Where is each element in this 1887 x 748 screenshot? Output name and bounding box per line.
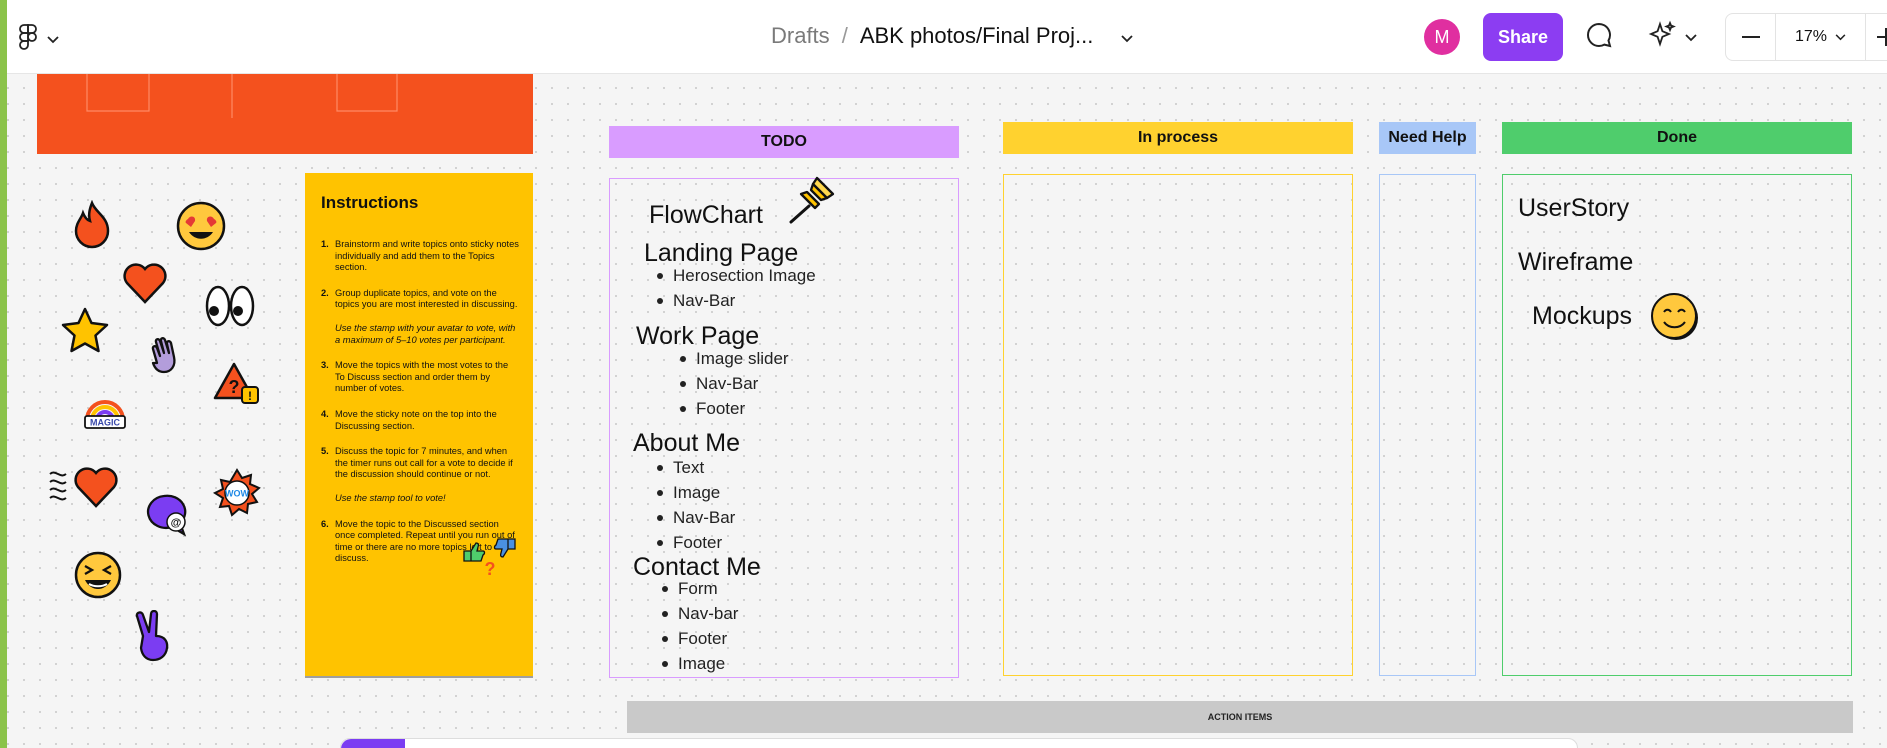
instruction-number: 1. (321, 239, 329, 249)
peace-hand-sticker-icon[interactable] (133, 609, 173, 667)
svg-text:?: ? (229, 377, 240, 397)
done-item[interactable]: Mockups (1532, 302, 1632, 331)
zoom-level-dropdown[interactable]: 17% (1776, 13, 1866, 61)
chevron-down-icon (1835, 28, 1846, 46)
instruction-step: 5. Discuss the topic for 7 minutes, and … (321, 446, 519, 504)
instruction-number: 6. (321, 518, 329, 529)
comment-icon[interactable] (1584, 20, 1614, 55)
vote-stamps-icon: ? (460, 535, 522, 584)
chevron-down-icon (1685, 29, 1697, 47)
in-process-column[interactable] (1003, 174, 1353, 676)
need-help-column[interactable] (1379, 174, 1476, 676)
done-item[interactable]: UserStory (1518, 194, 1629, 223)
share-button[interactable]: Share (1483, 13, 1563, 61)
ai-tools-button[interactable] (1647, 20, 1697, 55)
done-item[interactable]: Wireframe (1518, 248, 1633, 277)
svg-text:@: @ (171, 517, 182, 529)
instruction-note: Use the stamp with your avatar to vote, … (335, 322, 516, 345)
heart-eyes-emoji-icon[interactable] (174, 199, 228, 258)
todo-sub-item[interactable]: Image (662, 654, 725, 674)
in-process-column-header[interactable]: In process (1003, 122, 1353, 154)
todo-sub-item[interactable]: Nav-Bar (657, 291, 735, 311)
need-help-column-header[interactable]: Need Help (1379, 122, 1476, 154)
wow-sticker-label: WOW (225, 489, 249, 499)
fire-sticker-icon[interactable] (70, 199, 114, 255)
canvas-left-edge (0, 0, 7, 748)
todo-sub-item[interactable]: Text (657, 458, 704, 478)
zoom-controls: 17% (1725, 13, 1887, 61)
todo-sub-item[interactable]: Nav-Bar (657, 508, 735, 528)
sparkle-icon (1647, 20, 1677, 55)
instruction-number: 3. (321, 360, 329, 371)
todo-sub-item[interactable]: Nav-bar (662, 604, 738, 624)
instruction-text: Discuss the topic for 7 minutes, and whe… (335, 446, 519, 504)
pushpin-icon[interactable] (787, 174, 837, 231)
wavy-heart-stamp-sticker-icon[interactable] (48, 460, 123, 515)
instruction-text: Move the topics with the most votes to t… (335, 360, 509, 394)
todo-sub-item[interactable]: Footer (680, 399, 745, 419)
instructions-title: Instructions (321, 193, 419, 212)
instructions-panel[interactable]: Instructions 1. Brainstorm and write top… (305, 173, 533, 676)
file-menu-chevron-icon[interactable] (1121, 23, 1134, 49)
todo-sub-item[interactable]: Form (662, 579, 718, 599)
svg-text:?: ? (485, 559, 496, 579)
instruction-number: 5. (321, 446, 329, 457)
warning-sign-sticker-icon[interactable]: ?! (212, 360, 262, 413)
file-title[interactable]: ABK photos/Final Proj... (860, 23, 1094, 49)
chat-bubble-sticker-icon[interactable]: @ (142, 492, 192, 545)
svg-text:!: ! (248, 389, 252, 403)
magic-sticker-label: MAGIC (90, 418, 120, 428)
magic-rainbow-sticker-icon[interactable]: MAGIC (80, 392, 130, 437)
action-items-section-header[interactable]: ACTION ITEMS (627, 701, 1853, 733)
top-toolbar: Drafts / ABK photos/Final Proj... M Shar… (7, 0, 1887, 74)
instruction-note: Use the stamp tool to vote! (335, 492, 446, 503)
laughing-emoji-sticker-icon[interactable] (73, 550, 123, 605)
waving-hand-sticker-icon[interactable] (145, 333, 193, 386)
instruction-step: 1. Brainstorm and write topics onto stic… (321, 239, 519, 274)
instruction-text: Group duplicate topics, and vote on the … (335, 287, 518, 345)
breadcrumb-drafts[interactable]: Drafts (771, 23, 830, 49)
instruction-number: 2. (321, 287, 329, 298)
header-banner[interactable] (37, 74, 533, 154)
zoom-level-value: 17% (1794, 28, 1828, 45)
instruction-step: 4. Move the sticky note on the top into … (321, 409, 519, 432)
wow-badge-sticker-icon[interactable]: WOW (212, 468, 262, 523)
done-column-header[interactable]: Done (1502, 122, 1852, 154)
instruction-step: 2. Group duplicate topics, and vote on t… (321, 288, 519, 346)
todo-sub-item[interactable]: Footer (657, 533, 722, 553)
todo-sub-item[interactable]: Footer (662, 629, 727, 649)
instruction-text: Move the sticky note on the top into the… (335, 408, 497, 431)
todo-sub-item[interactable]: Nav-Bar (680, 374, 758, 394)
chevron-down-icon (47, 31, 59, 49)
breadcrumb-separator: / (841, 23, 848, 48)
breadcrumb: Drafts / ABK photos/Final Proj... (771, 23, 1134, 49)
todo-sub-item[interactable]: Herosection Image (657, 266, 816, 286)
googly-eyes-sticker-icon[interactable] (204, 283, 256, 334)
zoom-in-button[interactable] (1866, 13, 1887, 61)
figma-logo-icon (19, 24, 37, 55)
todo-item-title[interactable]: FlowChart (649, 201, 763, 230)
todo-column-header[interactable]: TODO (609, 126, 959, 158)
smiley-emoji-sticker-icon[interactable] (1650, 292, 1700, 347)
instruction-text: Brainstorm and write topics onto sticky … (335, 239, 519, 273)
instruction-step: 3. Move the topics with the most votes t… (321, 360, 519, 395)
main-menu-button[interactable] (19, 24, 59, 55)
todo-sub-item[interactable]: Image (657, 483, 720, 503)
zoom-out-button[interactable] (1726, 13, 1776, 61)
todo-item-title[interactable]: About Me (633, 429, 740, 458)
todo-sub-item[interactable]: Image slider (680, 349, 789, 369)
todo-item-title[interactable]: Landing Page (644, 239, 798, 268)
instruction-number: 4. (321, 408, 329, 419)
instructions-list: 1. Brainstorm and write topics onto stic… (321, 239, 519, 565)
bottom-toolbar-active-tab[interactable] (341, 739, 405, 748)
todo-item-title[interactable]: Work Page (636, 322, 759, 351)
heart-sticker-icon[interactable] (120, 258, 170, 311)
star-sticker-icon[interactable] (60, 306, 110, 361)
user-avatar[interactable]: M (1424, 19, 1460, 55)
todo-item-title[interactable]: Contact Me (633, 553, 761, 582)
bottom-toolbar-panel[interactable] (340, 738, 1578, 748)
